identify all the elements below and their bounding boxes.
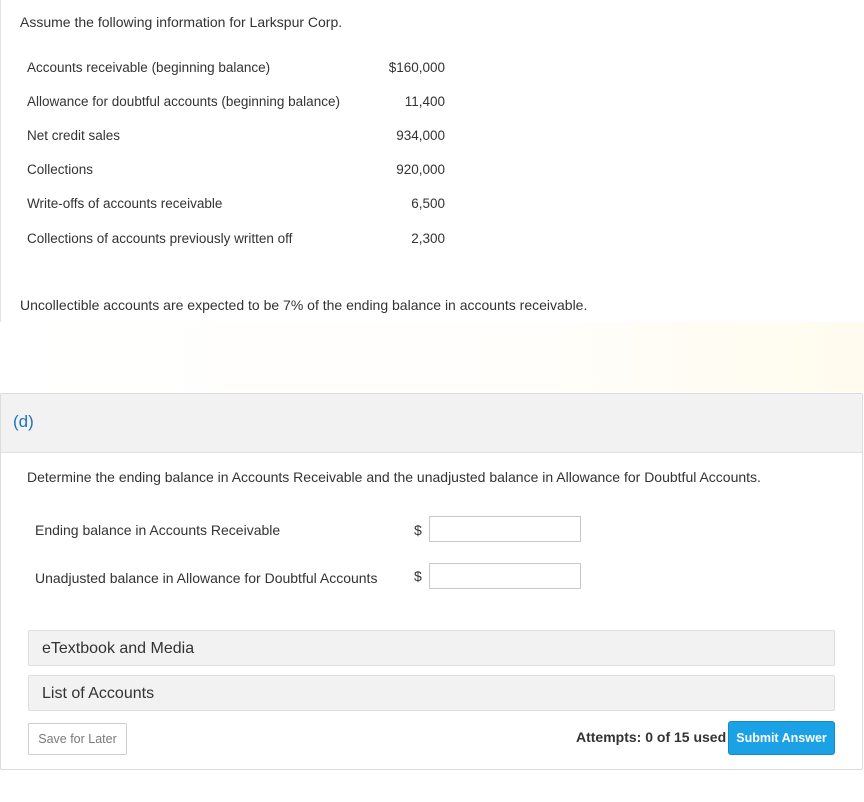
list-of-accounts-link[interactable]: List of Accounts xyxy=(28,675,835,711)
question-part-card: (d) Determine the ending balance in Acco… xyxy=(0,393,863,770)
highlight-fade xyxy=(0,322,864,392)
data-row-label: Net credit sales xyxy=(27,128,121,143)
data-row-value: 2,300 xyxy=(411,231,445,246)
data-row-label: Write-offs of accounts receivable xyxy=(27,196,223,211)
data-row: Collections 920,000 xyxy=(27,162,447,180)
resource-label: eTextbook and Media xyxy=(42,640,195,657)
resource-label: List of Accounts xyxy=(42,685,155,702)
problem-note: Uncollectible accounts are expected to b… xyxy=(20,297,588,313)
data-row: Collections of accounts previously writt… xyxy=(27,231,447,249)
etextbook-media-link[interactable]: eTextbook and Media xyxy=(28,630,835,666)
currency-symbol: $ xyxy=(414,522,422,538)
data-row: Accounts receivable (beginning balance) … xyxy=(27,60,447,78)
data-row-label: Collections of accounts previously writt… xyxy=(27,231,293,246)
problem-intro: Assume the following information for Lar… xyxy=(0,0,863,322)
data-row-value: 6,500 xyxy=(411,196,445,211)
data-row: Write-offs of accounts receivable 6,500 xyxy=(27,196,447,214)
unadjusted-allowance-input[interactable] xyxy=(429,563,581,589)
field-label-unadjusted-allowance: Unadjusted balance in Allowance for Doub… xyxy=(35,570,378,586)
ending-ar-input[interactable] xyxy=(429,516,581,542)
data-row-label: Allowance for doubtful accounts (beginni… xyxy=(27,94,340,109)
attempts-counter: Attempts: 0 of 15 used xyxy=(576,729,727,745)
data-row: Allowance for doubtful accounts (beginni… xyxy=(27,94,447,112)
part-label: (d) xyxy=(13,412,34,431)
submit-answer-button[interactable]: Submit Answer xyxy=(728,721,835,755)
data-row-value: 934,000 xyxy=(396,128,445,143)
data-row-value: 11,400 xyxy=(404,94,445,109)
data-row-value: $160,000 xyxy=(388,60,445,75)
part-header: (d) xyxy=(1,394,862,453)
data-row-value: 920,000 xyxy=(396,162,445,177)
data-row-label: Accounts receivable (beginning balance) xyxy=(27,60,271,75)
save-for-later-button[interactable]: Save for Later xyxy=(28,723,127,755)
field-label-ending-ar: Ending balance in Accounts Receivable xyxy=(35,522,281,538)
currency-symbol: $ xyxy=(414,568,422,584)
intro-heading: Assume the following information for Lar… xyxy=(20,14,343,30)
data-row: Net credit sales 934,000 xyxy=(27,128,447,146)
question-text: Determine the ending balance in Accounts… xyxy=(27,469,761,485)
data-row-label: Collections xyxy=(27,162,94,177)
